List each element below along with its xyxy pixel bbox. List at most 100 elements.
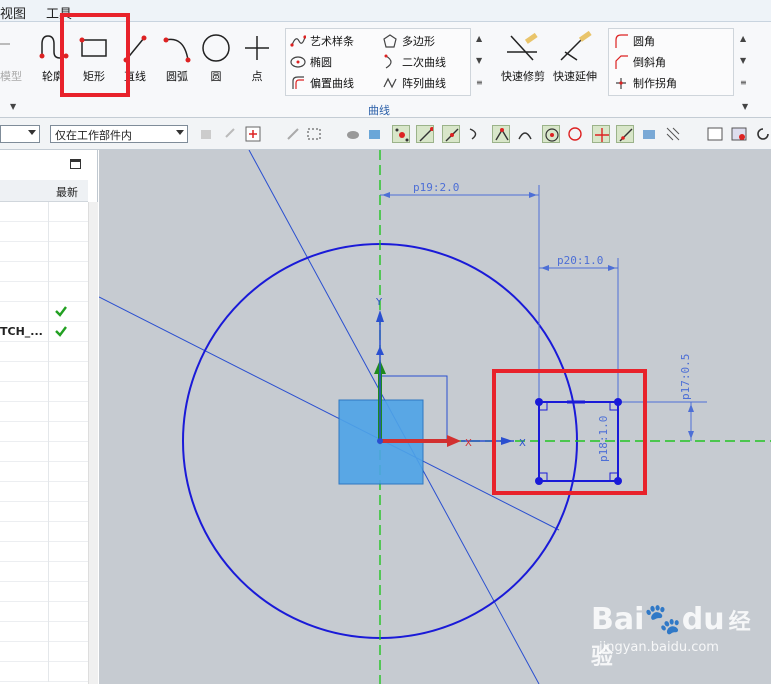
render-icon[interactable] xyxy=(730,125,748,143)
polygon-item[interactable]: 多边形 xyxy=(382,31,435,51)
link-icon[interactable] xyxy=(222,125,240,143)
point-label: 点 xyxy=(251,70,263,83)
assembly-icon[interactable] xyxy=(198,125,216,143)
chevron-down-icon[interactable]: ▼ xyxy=(10,102,16,111)
navigator-row[interactable] xyxy=(0,242,88,262)
ribbon-more-icon[interactable]: ▼ xyxy=(742,102,748,111)
navigator-row[interactable] xyxy=(0,582,88,602)
origin-point[interactable] xyxy=(377,438,383,444)
navigator-row[interactable] xyxy=(0,642,88,662)
box-select-icon[interactable] xyxy=(306,125,324,143)
navigator-row[interactable] xyxy=(0,462,88,482)
solid-icon[interactable] xyxy=(344,125,362,143)
navigator-row[interactable] xyxy=(0,442,88,462)
snap-midpoint-icon[interactable] xyxy=(442,125,460,143)
y-axis-label: Y xyxy=(375,297,383,308)
corner-expand-icon[interactable]: ≡ xyxy=(740,78,747,87)
column-divider xyxy=(48,302,49,322)
fillet-item[interactable]: 圆角 xyxy=(613,31,655,51)
filter-box-icon[interactable] xyxy=(244,125,262,143)
selection-toolbar: 仅在工作部件内 xyxy=(0,118,771,150)
snap-on-curve-icon[interactable] xyxy=(616,125,634,143)
deselect-icon[interactable] xyxy=(284,125,302,143)
column-divider xyxy=(48,382,49,402)
navigator-row[interactable] xyxy=(0,562,88,582)
navigator-row[interactable] xyxy=(0,302,88,322)
fillet-icon xyxy=(615,34,628,48)
snap-control-icon[interactable] xyxy=(466,125,484,143)
quick-extend-button[interactable]: 快速延伸 xyxy=(550,30,600,84)
snap-existing-point-icon[interactable] xyxy=(592,125,610,143)
navigator-row[interactable] xyxy=(0,482,88,502)
column-divider xyxy=(48,262,49,282)
quick-extend-icon xyxy=(560,30,592,61)
navigator-row[interactable] xyxy=(0,282,88,302)
snap-intersection-icon[interactable] xyxy=(492,125,510,143)
circle-icon xyxy=(202,34,230,62)
navigator-row[interactable] xyxy=(0,342,88,362)
navigator-row[interactable] xyxy=(0,362,88,382)
point-button[interactable]: 点 xyxy=(240,30,274,84)
dimension-p20[interactable]: p20:1.0 xyxy=(557,254,603,267)
snap-quadrant-icon[interactable] xyxy=(566,125,584,143)
quick-trim-icon xyxy=(507,32,538,61)
snap-tangent-icon[interactable] xyxy=(516,125,534,143)
navigator-row[interactable] xyxy=(0,622,88,642)
refresh-icon[interactable] xyxy=(754,125,771,143)
make-corner-item[interactable]: 制作拐角 xyxy=(613,73,677,93)
body-icon[interactable] xyxy=(366,125,384,143)
navigator-row[interactable] xyxy=(0,502,88,522)
construction-line[interactable] xyxy=(99,296,560,531)
studio-spline-label: 艺术样条 xyxy=(310,35,354,48)
corner-scroll-up-icon[interactable]: ▲ xyxy=(740,34,746,43)
scroll-down-icon[interactable]: ▼ xyxy=(476,56,482,65)
navigator-row[interactable] xyxy=(0,222,88,242)
navigator-row[interactable]: TCH_... xyxy=(0,322,88,342)
navigator-row[interactable] xyxy=(0,602,88,622)
arc-button[interactable]: 圆弧 xyxy=(160,30,194,84)
p20-arrowhead-right xyxy=(608,265,616,271)
menu-view[interactable]: 视图 xyxy=(0,3,26,22)
chevron-down-icon xyxy=(28,130,36,135)
scope-select-value: 仅在工作部件内 xyxy=(55,129,132,142)
quick-trim-button[interactable]: 快速修剪 xyxy=(498,30,548,84)
column-latest-header[interactable]: 最新 xyxy=(56,184,78,200)
navigator-scrollbar[interactable] xyxy=(88,202,98,684)
navigator-row[interactable] xyxy=(0,542,88,562)
pattern-curve-item[interactable]: 阵列曲线 xyxy=(382,73,446,93)
offset-curve-item[interactable]: 偏置曲线 xyxy=(290,73,354,93)
column-divider xyxy=(48,442,49,462)
circle-button[interactable]: 圆 xyxy=(199,30,233,84)
snap-grid-icon[interactable] xyxy=(392,125,410,143)
filter-select[interactable] xyxy=(0,125,40,143)
scope-select[interactable]: 仅在工作部件内 xyxy=(50,125,188,143)
snap-on-face-icon[interactable] xyxy=(640,125,658,143)
chevron-down-icon xyxy=(176,130,184,135)
column-divider xyxy=(48,202,49,222)
watermark-du: du xyxy=(681,602,725,637)
navigator-row[interactable] xyxy=(0,402,88,422)
corner-scroll-down-icon[interactable]: ▼ xyxy=(740,56,746,65)
view-icon[interactable] xyxy=(706,125,724,143)
navigator-row[interactable] xyxy=(0,262,88,282)
grid-icon[interactable] xyxy=(664,125,682,143)
chamfer-item[interactable]: 倒斜角 xyxy=(613,52,666,72)
navigator-row[interactable] xyxy=(0,522,88,542)
navigator-row[interactable] xyxy=(0,382,88,402)
dimension-p19[interactable]: p19:2.0 xyxy=(413,181,459,194)
navigator-row[interactable] xyxy=(0,662,88,682)
graphics-window[interactable]: Y X X p19:2.0 p20:1.0 p17:0.5 p18:1.0 Ba… xyxy=(99,150,771,684)
studio-spline-item[interactable]: 艺术样条 xyxy=(290,31,354,51)
snap-endpoint-icon[interactable] xyxy=(416,125,434,143)
ellipse-item[interactable]: 椭圆 xyxy=(290,52,332,72)
dimension-p17[interactable]: p17:0.5 xyxy=(679,354,692,400)
navigator-row[interactable] xyxy=(0,202,88,222)
snap-center-icon[interactable] xyxy=(542,125,560,143)
conic-item[interactable]: 二次曲线 xyxy=(382,52,446,72)
scroll-up-icon[interactable]: ▲ xyxy=(476,34,482,43)
column-divider xyxy=(48,502,49,522)
maximize-icon[interactable] xyxy=(70,159,81,169)
navigator-row[interactable] xyxy=(0,422,88,442)
quick-trim-label: 快速修剪 xyxy=(501,70,545,83)
expand-icon[interactable]: ≡ xyxy=(476,78,483,87)
